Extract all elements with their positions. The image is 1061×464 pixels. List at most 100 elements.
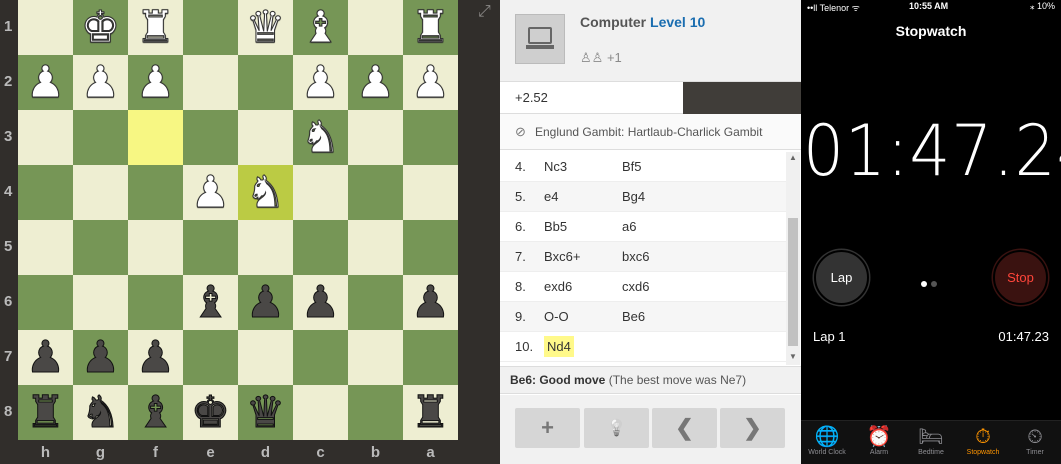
move-list[interactable]: 4. Nc3 Bf5 5. e4 Bg4 6. Bb5 a6 7. Bxc6+ bxc6 8. exd6 c… <box>500 152 786 365</box>
board-square-e6[interactable]: ♝ <box>183 275 238 330</box>
board-square-g7[interactable]: ♟ <box>73 330 128 385</box>
hint-button[interactable]: 💡 <box>584 408 649 448</box>
board-square-b2[interactable]: ♟ <box>348 55 403 110</box>
board-square-c7[interactable] <box>293 330 348 385</box>
board-square-d3[interactable] <box>238 110 293 165</box>
board-square-b8[interactable] <box>348 385 403 440</box>
black-move[interactable]: bxc6 <box>620 249 720 264</box>
board-square-b7[interactable] <box>348 330 403 385</box>
white-pawn-icon[interactable]: ♟ <box>410 60 450 105</box>
board-square-b1[interactable] <box>348 0 403 55</box>
white-move[interactable]: Bb5 <box>544 219 567 234</box>
black-pawn-icon[interactable]: ♟ <box>245 280 285 325</box>
board-square-c1[interactable]: ♝ <box>293 0 348 55</box>
black-queen-icon[interactable]: ♛ <box>245 390 285 435</box>
white-move[interactable]: O-O <box>544 309 569 324</box>
black-pawn-icon[interactable]: ♟ <box>410 280 450 325</box>
board-square-g4[interactable] <box>73 165 128 220</box>
white-rook-icon[interactable]: ♜ <box>135 5 175 50</box>
board-square-c8[interactable] <box>293 385 348 440</box>
black-bishop-icon[interactable]: ♝ <box>190 280 230 325</box>
board-square-e4[interactable]: ♟ <box>183 165 238 220</box>
black-rook-icon[interactable]: ♜ <box>25 390 65 435</box>
white-pawn-icon[interactable]: ♟ <box>80 60 120 105</box>
white-move[interactable]: e4 <box>544 189 558 204</box>
board-square-c3[interactable]: ♞ <box>293 110 348 165</box>
board-square-d6[interactable]: ♟ <box>238 275 293 330</box>
board-square-a3[interactable] <box>403 110 458 165</box>
stop-button[interactable]: Stop <box>993 250 1048 305</box>
board-square-g2[interactable]: ♟ <box>73 55 128 110</box>
black-pawn-icon[interactable]: ♟ <box>80 335 120 380</box>
board-square-f8[interactable]: ♝ <box>128 385 183 440</box>
board-square-h6[interactable] <box>18 275 73 330</box>
board-square-g6[interactable] <box>73 275 128 330</box>
white-move[interactable]: exd6 <box>544 279 572 294</box>
black-pawn-icon[interactable]: ♟ <box>135 335 175 380</box>
board-square-b6[interactable] <box>348 275 403 330</box>
move-list-scrollbar[interactable]: ▲ ▼ <box>786 152 800 365</box>
white-pawn-icon[interactable]: ♟ <box>25 60 65 105</box>
board-square-h7[interactable]: ♟ <box>18 330 73 385</box>
add-button[interactable]: + <box>515 408 580 448</box>
board-square-g8[interactable]: ♞ <box>73 385 128 440</box>
board-square-b4[interactable] <box>348 165 403 220</box>
chess-board[interactable]: ♚ ♜ ♛ ♝ ♜ ♟ ♟ ♟ ♟ ♟ ♟ ♞ ♟ ♞ ♝ ♟ ♟ ♟ ♟ ♟ ♟ ♜ ♞ ♝ ♚ ♛ ♜ <box>18 0 458 440</box>
expand-icon[interactable]: ⤢ <box>478 3 491 21</box>
scroll-up-arrow-icon[interactable]: ▲ <box>789 153 797 162</box>
white-pawn-icon[interactable]: ♟ <box>355 60 395 105</box>
tab-stopwatch[interactable]: ⏱ Stopwatch <box>957 423 1009 456</box>
board-square-c5[interactable] <box>293 220 348 275</box>
black-king-icon[interactable]: ♚ <box>190 390 230 435</box>
board-square-a6[interactable]: ♟ <box>403 275 458 330</box>
board-square-a2[interactable]: ♟ <box>403 55 458 110</box>
board-square-g3[interactable] <box>73 110 128 165</box>
tab-alarm[interactable]: ⏰ Alarm <box>853 423 905 456</box>
white-move[interactable]: Bxc6+ <box>544 249 581 264</box>
board-square-e5[interactable] <box>183 220 238 275</box>
board-square-a4[interactable] <box>403 165 458 220</box>
board-square-a5[interactable] <box>403 220 458 275</box>
board-square-e2[interactable] <box>183 55 238 110</box>
opponent-name[interactable]: Computer Level 10 <box>580 14 705 30</box>
black-knight-icon[interactable]: ♞ <box>80 390 120 435</box>
black-move[interactable]: Bf5 <box>620 159 720 174</box>
white-pawn-icon[interactable]: ♟ <box>300 60 340 105</box>
board-square-f5[interactable] <box>128 220 183 275</box>
black-pawn-icon[interactable]: ♟ <box>25 335 65 380</box>
board-square-g1[interactable]: ♚ <box>73 0 128 55</box>
board-square-f2[interactable]: ♟ <box>128 55 183 110</box>
scroll-thumb[interactable] <box>788 218 798 346</box>
black-move[interactable]: cxd6 <box>620 279 720 294</box>
black-move[interactable]: Bg4 <box>620 189 720 204</box>
board-square-f7[interactable]: ♟ <box>128 330 183 385</box>
black-bishop-icon[interactable]: ♝ <box>135 390 175 435</box>
opening-info[interactable]: ⊘ Englund Gambit: Hartlaub-Charlick Gamb… <box>500 114 801 150</box>
black-move[interactable]: a6 <box>620 219 720 234</box>
board-square-b5[interactable] <box>348 220 403 275</box>
previous-button[interactable]: ❮ <box>652 408 717 448</box>
board-square-h4[interactable] <box>18 165 73 220</box>
board-square-a1[interactable]: ♜ <box>403 0 458 55</box>
white-knight-icon[interactable]: ♞ <box>245 170 285 215</box>
board-square-d2[interactable] <box>238 55 293 110</box>
scroll-down-arrow-icon[interactable]: ▼ <box>789 352 797 361</box>
board-square-h1[interactable] <box>18 0 73 55</box>
white-pawn-icon[interactable]: ♟ <box>135 60 175 105</box>
board-square-c6[interactable]: ♟ <box>293 275 348 330</box>
tab-world-clock[interactable]: 🌐 World Clock <box>801 423 853 456</box>
board-square-d8[interactable]: ♛ <box>238 385 293 440</box>
board-square-h5[interactable] <box>18 220 73 275</box>
next-button[interactable]: ❯ <box>720 408 785 448</box>
board-square-d1[interactable]: ♛ <box>238 0 293 55</box>
board-square-d7[interactable] <box>238 330 293 385</box>
white-queen-icon[interactable]: ♛ <box>245 5 285 50</box>
black-move[interactable]: Be6 <box>620 309 720 324</box>
board-square-h8[interactable]: ♜ <box>18 385 73 440</box>
board-square-c2[interactable]: ♟ <box>293 55 348 110</box>
black-pawn-icon[interactable]: ♟ <box>300 280 340 325</box>
board-square-f6[interactable] <box>128 275 183 330</box>
black-rook-icon[interactable]: ♜ <box>410 390 450 435</box>
board-square-d5[interactable] <box>238 220 293 275</box>
white-rook-icon[interactable]: ♜ <box>410 5 450 50</box>
